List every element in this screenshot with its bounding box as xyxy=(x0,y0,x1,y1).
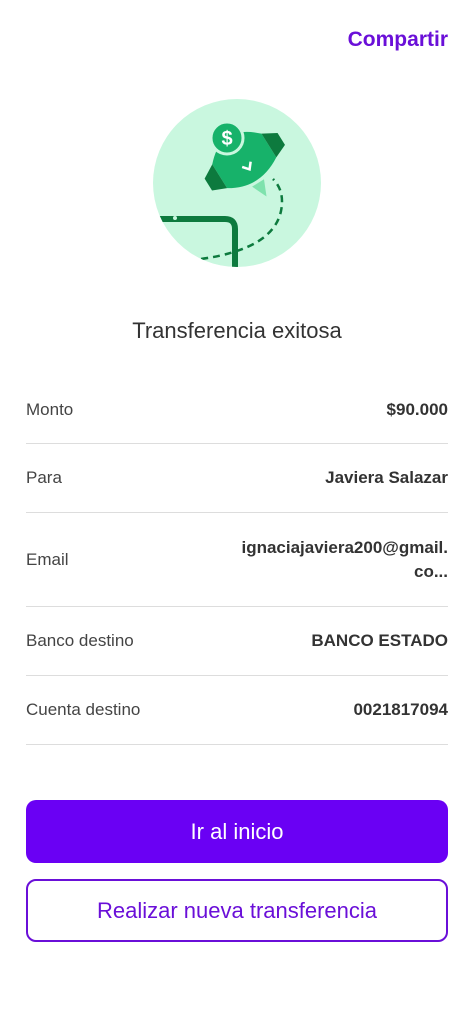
detail-row-cuenta: Cuenta destino 0021817094 xyxy=(26,676,448,745)
detail-label: Monto xyxy=(26,399,74,419)
transfer-details: Monto $90.000 Para Javiera Salazar Email… xyxy=(26,376,448,745)
detail-value: $90.000 xyxy=(386,399,448,419)
svg-text:$: $ xyxy=(221,128,232,150)
success-illustration: $ xyxy=(153,99,321,267)
share-link[interactable]: Compartir xyxy=(348,28,448,52)
detail-row-monto: Monto $90.000 xyxy=(26,376,448,444)
detail-label: Para xyxy=(26,468,62,487)
detail-row-email: Email ignaciajaviera200@gmail.co... xyxy=(26,513,448,607)
detail-row-para: Para Javiera Salazar xyxy=(26,444,448,513)
detail-value: 0021817094 xyxy=(353,700,448,719)
detail-value: BANCO ESTADO xyxy=(311,631,448,650)
new-transfer-button[interactable]: Realizar nueva transferencia xyxy=(26,879,448,942)
detail-label: Cuenta destino xyxy=(26,700,141,719)
detail-value: Javiera Salazar xyxy=(325,468,448,487)
rocket-money-icon: $ xyxy=(153,99,321,267)
go-home-button[interactable]: Ir al inicio xyxy=(26,800,448,863)
detail-label: Email xyxy=(26,549,69,569)
page-title: Transferencia exitosa xyxy=(132,318,342,343)
detail-row-banco: Banco destino BANCO ESTADO xyxy=(26,607,448,676)
detail-label: Banco destino xyxy=(26,631,134,650)
detail-value: ignaciajaviera200@gmail.co... xyxy=(241,537,448,581)
